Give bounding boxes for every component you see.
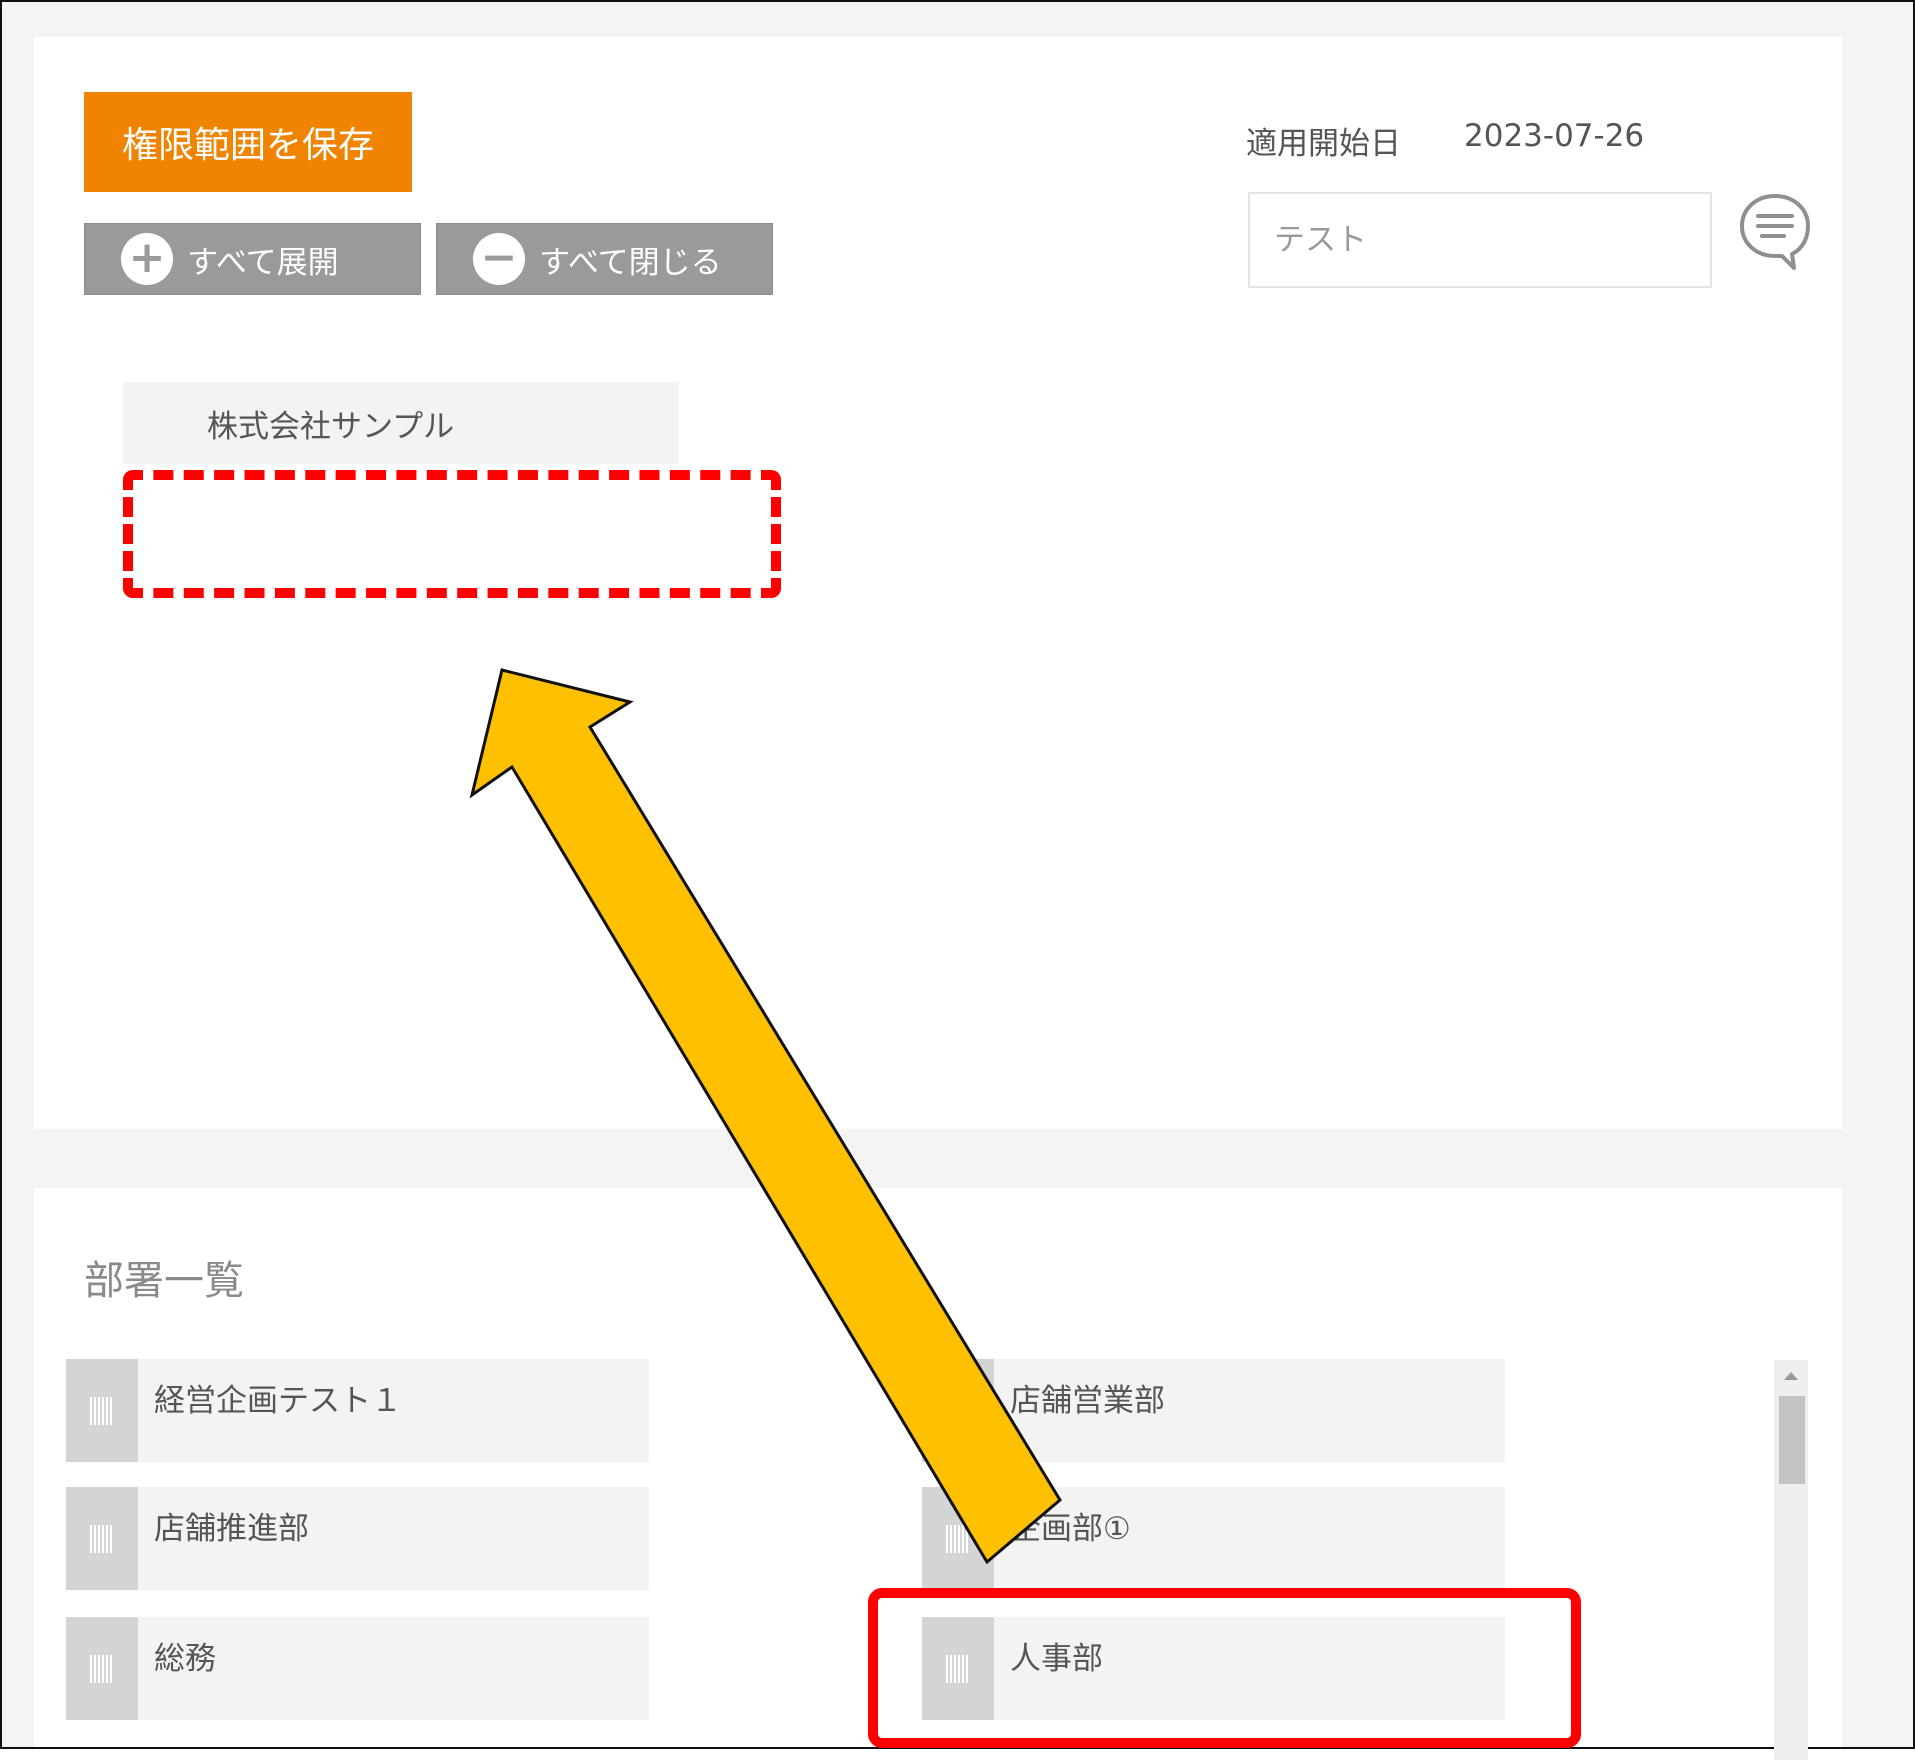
scope-name-input[interactable] [1248, 192, 1712, 288]
drag-handle[interactable] [922, 1487, 994, 1590]
org-tree-root-node[interactable]: 株式会社サンプル [123, 382, 679, 464]
drag-handle[interactable] [66, 1359, 138, 1462]
save-permission-scope-button[interactable]: 権限範囲を保存 [84, 92, 412, 192]
department-item[interactable]: 店舗推進部 [66, 1487, 649, 1590]
collapse-all-button[interactable]: − すべて閉じる [436, 223, 773, 295]
minus-circle-icon: − [473, 233, 525, 285]
drag-grip-icon [90, 1525, 114, 1553]
collapse-all-label: すべて閉じる [539, 244, 722, 281]
department-list-title: 部署一覧 [84, 1258, 244, 1304]
drag-grip-icon [946, 1525, 970, 1553]
department-label: 店舗推進部 [154, 1511, 309, 1547]
highlight-box [868, 1588, 1581, 1748]
department-label: 総務 [154, 1641, 216, 1677]
org-root-label: 株式会社サンプル [207, 408, 455, 445]
drag-handle[interactable] [66, 1487, 138, 1590]
department-item[interactable]: 総務 [66, 1617, 649, 1720]
memo-comment-icon[interactable] [1736, 190, 1814, 274]
start-date-label: 適用開始日 [1246, 126, 1401, 162]
scrollbar-thumb[interactable] [1779, 1396, 1805, 1484]
drag-handle[interactable] [922, 1359, 994, 1462]
drop-target-zone[interactable] [123, 470, 781, 598]
start-date-value: 2023-07-26 [1464, 118, 1645, 154]
department-item[interactable]: 店舗営業部 [922, 1359, 1505, 1462]
plus-circle-icon: + [121, 233, 173, 285]
scroll-up-arrow-icon[interactable] [1774, 1362, 1808, 1390]
drag-grip-icon [90, 1397, 114, 1425]
expand-all-button[interactable]: + すべて展開 [84, 223, 421, 295]
drag-grip-icon [946, 1397, 970, 1425]
drag-handle[interactable] [66, 1617, 138, 1720]
expand-all-label: すべて展開 [187, 244, 339, 281]
department-label: 企画部① [1010, 1511, 1131, 1547]
department-item[interactable]: 経営企画テスト１ [66, 1359, 649, 1462]
department-item[interactable]: 企画部① [922, 1487, 1505, 1590]
department-label: 経営企画テスト１ [154, 1383, 402, 1419]
drag-grip-icon [90, 1655, 114, 1683]
department-label: 店舗営業部 [1010, 1383, 1165, 1419]
